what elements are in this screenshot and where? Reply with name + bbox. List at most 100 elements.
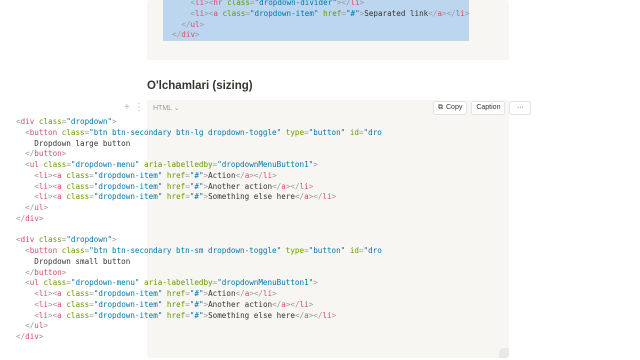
code-token: li	[38, 310, 49, 320]
code-token: <	[16, 181, 39, 191]
code-token: aria-labelledby	[144, 278, 213, 288]
code-token: >	[359, 0, 365, 7]
code-token: "dropdown-item"	[93, 299, 163, 309]
code-token: <	[16, 310, 39, 320]
code-token: "dropdown-item"	[93, 192, 163, 202]
code-token: >	[112, 235, 117, 245]
code-token: "#"	[189, 299, 204, 309]
code-token: type	[285, 246, 305, 255]
copy-label: Copy	[446, 104, 463, 111]
code-token: "dro	[363, 127, 382, 137]
code-token: href	[166, 310, 186, 320]
code-token: "dropdown"	[66, 117, 113, 126]
code-token: div	[25, 213, 39, 223]
code-token: "btn btn-secondary btn-lg dropdown-toggl…	[89, 127, 282, 137]
code-token: Dropdown large button	[16, 138, 131, 148]
code-token: class	[61, 246, 85, 255]
code-token: >	[38, 332, 44, 341]
code-token: li	[350, 0, 360, 7]
code-token: button	[29, 246, 58, 255]
code-token: <	[16, 160, 30, 169]
code-token: <	[163, 8, 196, 18]
code-token: ><	[48, 289, 58, 298]
code-token: button	[34, 267, 62, 277]
code-token: ></	[249, 170, 263, 180]
code-content[interactable]: <li><hr class="dropdown-divider"></li> <…	[163, 0, 470, 41]
code-token: href	[166, 289, 186, 298]
code-token: <	[16, 278, 30, 288]
code-token: >	[308, 181, 314, 191]
code-token: >	[199, 19, 205, 29]
code-token: >	[43, 203, 49, 212]
code-token: div	[20, 235, 35, 245]
code-token: "dropdown-item"	[93, 181, 163, 191]
code-content[interactable]: <div class="dropdown"> <button class="bt…	[16, 117, 382, 343]
code-token: ul	[190, 19, 200, 29]
code-token: ><	[48, 310, 58, 320]
code-token: ><	[48, 170, 58, 180]
code-token: "button"	[308, 127, 346, 137]
code-token: "#"	[189, 192, 204, 202]
code-token: >	[43, 321, 49, 331]
code-line: </ul>	[16, 321, 382, 332]
code-token: ><	[204, 0, 214, 7]
code-token: </	[16, 213, 26, 223]
code-token: <	[16, 299, 39, 309]
code-token: >	[272, 170, 277, 180]
code-token: ><	[48, 192, 58, 202]
caption-button[interactable]: Caption	[471, 101, 506, 115]
code-token: <	[16, 170, 39, 180]
code-line: </ul>	[16, 203, 382, 214]
code-token: id	[349, 246, 359, 255]
code-token: li	[195, 0, 205, 7]
code-token: "#"	[189, 181, 204, 191]
code-token: Another action	[208, 181, 273, 191]
code-token: </	[16, 267, 35, 277]
code-token: ></	[442, 8, 456, 18]
copy-button[interactable]: ⧉ Copy	[433, 101, 468, 115]
code-line: </ul>	[163, 20, 469, 31]
code-token: <	[16, 127, 30, 137]
code-token: div	[20, 117, 35, 126]
code-token: li	[455, 8, 465, 18]
code-token: </	[272, 181, 282, 191]
code-token: li	[38, 192, 49, 202]
code-token: href	[323, 8, 342, 18]
code-token: "dropdown-item"	[93, 310, 163, 320]
code-token: >	[112, 117, 117, 126]
language-selector[interactable]: HTML ⌄	[153, 104, 180, 112]
code-token: class	[222, 8, 246, 18]
code-token: type	[285, 127, 305, 137]
code-line: </div>	[163, 30, 469, 41]
code-token: <	[16, 192, 39, 202]
code-block-top[interactable]: <li><hr class="dropdown-divider"></li> <…	[147, 0, 509, 60]
code-token: "#"	[189, 170, 204, 180]
code-token: Another action	[208, 299, 273, 309]
code-token: "dropdown-menu"	[70, 160, 140, 169]
more-icon: ···	[516, 104, 524, 111]
code-token: class	[66, 310, 90, 320]
plus-icon[interactable]: +	[124, 102, 130, 113]
code-line: <li><hr class="dropdown-divider"></li>	[163, 0, 469, 9]
code-token: button	[34, 149, 62, 159]
code-token: li	[262, 289, 273, 298]
copy-icon: ⧉	[438, 104, 443, 111]
code-token: class	[66, 299, 90, 309]
code-line: <li><a class="dropdown-item" href="#">An…	[16, 300, 382, 311]
code-token: class	[43, 160, 67, 169]
code-token: >	[331, 310, 337, 320]
code-line: </button>	[16, 268, 382, 279]
more-options-button[interactable]: ···	[509, 101, 532, 115]
code-token: ul	[29, 160, 39, 169]
code-token: "dropdown-item"	[93, 289, 163, 298]
code-token: li	[262, 170, 273, 180]
chevron-down-icon: ⌄	[173, 105, 180, 112]
code-token: button	[29, 127, 58, 137]
code-token: href	[166, 170, 186, 180]
code-token: >	[61, 267, 67, 277]
code-token: class	[38, 117, 62, 126]
code-token: </	[163, 30, 182, 40]
code-token: >	[313, 160, 318, 169]
code-line: <ul class="dropdown-menu" aria-labelledb…	[16, 278, 382, 289]
